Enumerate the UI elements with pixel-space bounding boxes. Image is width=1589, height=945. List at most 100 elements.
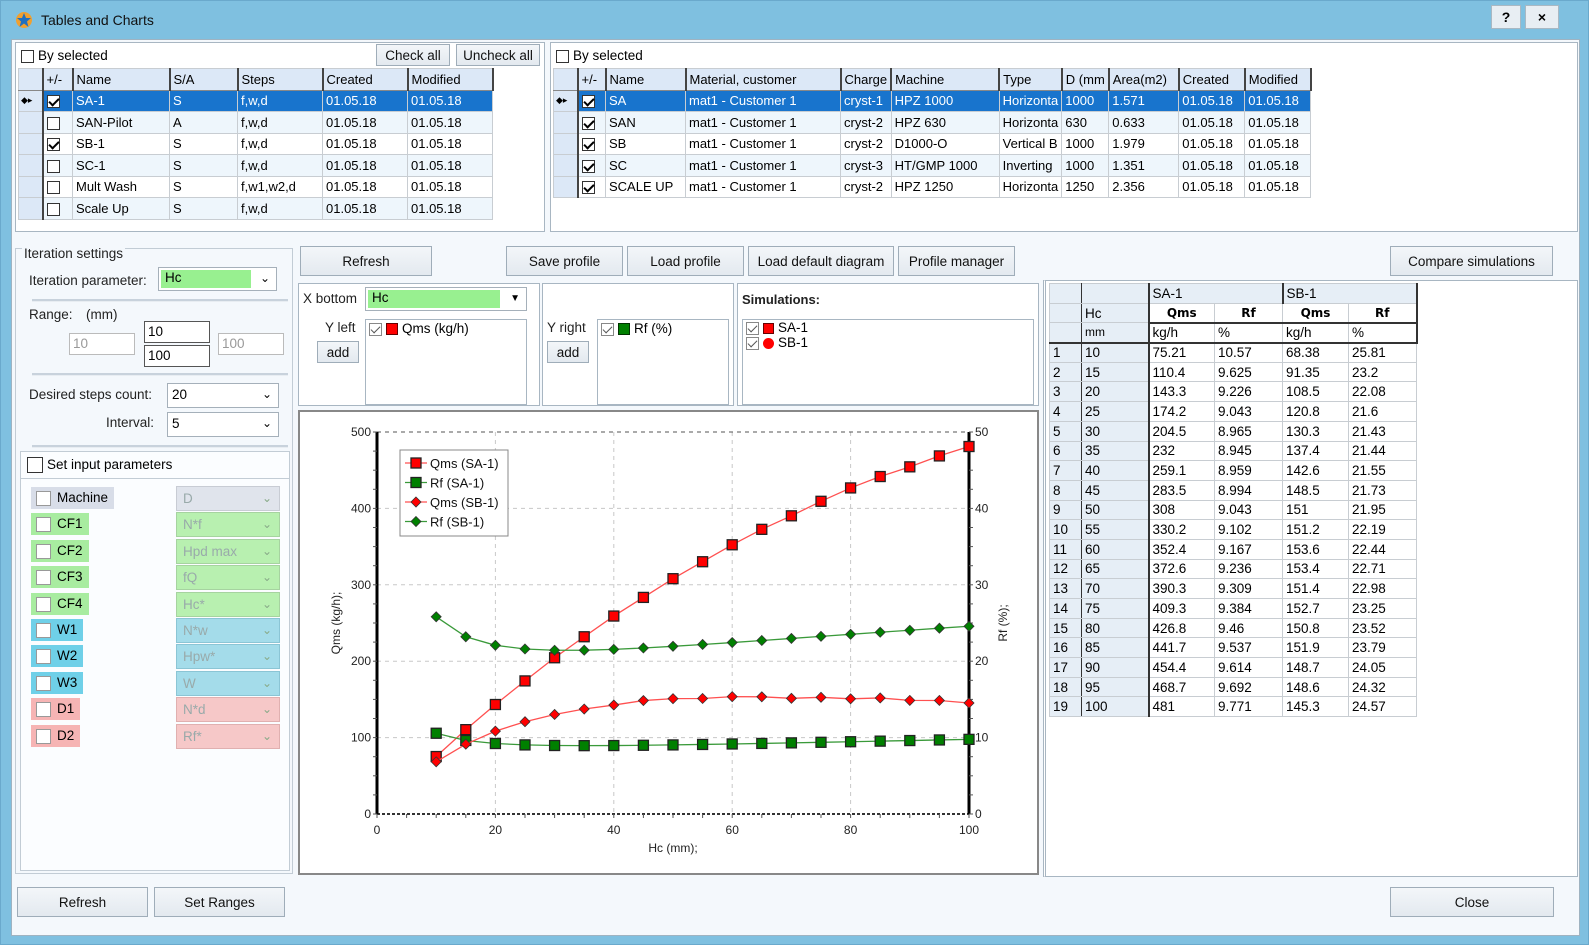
value-cell[interactable]: 23.2	[1348, 361, 1417, 383]
param-select-d2[interactable]: Rf* ⌄	[176, 723, 280, 749]
row-indicator[interactable]: ◆▸	[18, 89, 44, 112]
modified-cell[interactable]: 01.05.18	[407, 197, 493, 220]
name-cell[interactable]: SC	[605, 154, 686, 177]
interval-select[interactable]: 5 ⌄	[167, 412, 279, 437]
set-ranges-button[interactable]: Set Ranges	[154, 887, 285, 917]
value-cell[interactable]: 330.2	[1148, 519, 1215, 540]
x-bottom-select[interactable]: Hc ▼	[365, 287, 527, 311]
param-toggle-cf4[interactable]: CF4	[31, 592, 89, 615]
value-cell[interactable]: 481	[1148, 696, 1215, 718]
param-toggle-cf2[interactable]: CF2	[31, 539, 89, 562]
column-header[interactable]: Material, customer	[685, 68, 842, 91]
project-row[interactable]: ◆▸ SA-1 Sf,w,d 01.05.18 01.05.18	[18, 89, 493, 112]
param-select-machine[interactable]: D ⌄	[176, 486, 280, 511]
column-header[interactable]: +/-	[577, 68, 607, 91]
value-cell[interactable]: 148.6	[1282, 676, 1349, 698]
param-toggle-cf1[interactable]: CF1	[31, 513, 89, 536]
value-cell[interactable]: 25.81	[1348, 342, 1417, 363]
checkbox-box[interactable]	[36, 596, 51, 612]
machine-row[interactable]: SC mat1 - Customer 1 cryst-3 HT/GMP 1000 Inv…	[553, 154, 1312, 177]
row-indicator[interactable]	[553, 111, 579, 134]
row-indicator[interactable]	[18, 175, 44, 198]
name-cell[interactable]: SC-1	[72, 154, 170, 177]
profile-manager-button[interactable]: Profile manager	[898, 246, 1015, 276]
steps-count-select[interactable]: 20 ⌄	[167, 383, 279, 408]
checkbox-box[interactable]	[36, 570, 51, 586]
row-checkbox[interactable]	[46, 95, 60, 109]
value-cell[interactable]: 426.8	[1148, 617, 1215, 639]
row-indicator[interactable]	[18, 132, 44, 155]
checkbox-box[interactable]	[21, 49, 34, 63]
row-checkbox[interactable]	[46, 181, 60, 195]
created-cell[interactable]: 01.05.18	[1178, 132, 1246, 155]
row-checkbox-cell[interactable]	[577, 89, 606, 112]
value-cell[interactable]: 9.236	[1214, 558, 1283, 580]
sa-cell[interactable]: A	[169, 111, 238, 134]
checkbox-box[interactable]	[556, 49, 569, 63]
row-indicator[interactable]	[553, 175, 579, 198]
checkbox-box[interactable]	[36, 517, 51, 533]
row-checkbox[interactable]	[581, 181, 595, 195]
row-checkbox[interactable]	[581, 138, 595, 152]
sa-cell[interactable]: S	[169, 89, 238, 112]
row-checkbox[interactable]	[46, 202, 60, 216]
value-cell[interactable]: 174.2	[1148, 401, 1215, 422]
created-cell[interactable]: 01.05.18	[322, 154, 408, 177]
charge-cell[interactable]: cryst-2	[840, 175, 892, 198]
column-header[interactable]: Name	[72, 68, 171, 91]
column-header[interactable]: Created	[1178, 68, 1246, 91]
value-cell[interactable]: 232	[1148, 440, 1215, 462]
type-cell[interactable]: Horizonta	[998, 89, 1063, 112]
modified-cell[interactable]: 01.05.18	[407, 111, 493, 134]
project-row[interactable]: SB-1 Sf,w,d 01.05.18 01.05.18	[18, 132, 493, 155]
value-cell[interactable]: 21.43	[1348, 420, 1417, 442]
charge-cell[interactable]: cryst-2	[840, 132, 892, 155]
column-header[interactable]: Name	[605, 68, 687, 91]
value-cell[interactable]: 150.8	[1282, 617, 1349, 639]
value-cell[interactable]: 24.32	[1348, 676, 1417, 698]
d-cell[interactable]: 1000	[1061, 89, 1110, 112]
value-cell[interactable]: 142.6	[1282, 460, 1349, 481]
param-select-w3[interactable]: W ⌄	[176, 670, 280, 696]
value-cell[interactable]: 409.3	[1148, 598, 1215, 619]
range-from-input[interactable]: 10	[144, 321, 210, 343]
row-checkbox[interactable]	[46, 159, 60, 173]
name-cell[interactable]: Scale Up	[72, 197, 170, 220]
value-cell[interactable]: 151.2	[1282, 519, 1349, 540]
value-cell[interactable]: 108.5	[1282, 381, 1349, 403]
name-cell[interactable]: Mult Wash	[72, 175, 170, 198]
diagram-refresh-button[interactable]: Refresh	[300, 246, 432, 276]
value-cell[interactable]: 148.7	[1282, 657, 1349, 678]
row-checkbox[interactable]	[46, 116, 60, 130]
area-cell[interactable]: 0.633	[1108, 111, 1180, 134]
help-button[interactable]: ?	[1491, 5, 1521, 29]
material-cell[interactable]: mat1 - Customer 1	[685, 154, 841, 177]
checkbox-box[interactable]	[36, 491, 51, 506]
name-cell[interactable]: SAN	[605, 111, 686, 134]
row-checkbox-cell[interactable]	[577, 154, 606, 177]
iteration-parameter-select[interactable]: Hc ⌄	[158, 267, 277, 291]
value-cell[interactable]: 23.25	[1348, 598, 1417, 619]
name-cell[interactable]: SA	[605, 89, 686, 112]
uncheck-all-button[interactable]: Uncheck all	[456, 44, 540, 66]
charge-cell[interactable]: cryst-2	[840, 111, 892, 134]
value-cell[interactable]: 21.95	[1348, 499, 1417, 521]
material-cell[interactable]: mat1 - Customer 1	[685, 111, 841, 134]
area-cell[interactable]: 1.979	[1108, 132, 1180, 155]
row-checkbox[interactable]	[581, 159, 595, 173]
y-right-add-button[interactable]: add	[547, 341, 589, 363]
value-cell[interactable]: 21.6	[1348, 401, 1417, 422]
value-cell[interactable]: 9.309	[1214, 578, 1283, 599]
type-cell[interactable]: Horizonta	[998, 111, 1063, 134]
value-cell[interactable]: 75.21	[1148, 342, 1215, 363]
value-cell[interactable]: 8.994	[1214, 479, 1283, 501]
d-cell[interactable]: 1000	[1061, 132, 1110, 155]
checkbox-box[interactable]	[36, 623, 51, 638]
row-indicator[interactable]	[553, 132, 579, 155]
load-default-diagram-button[interactable]: Load default diagram	[748, 246, 894, 276]
machine-row[interactable]: ◆▸ SA mat1 - Customer 1 cryst-1 HPZ 1000 Hori…	[553, 89, 1312, 112]
param-toggle-cf3[interactable]: CF3	[31, 566, 89, 589]
value-cell[interactable]: 24.05	[1348, 657, 1417, 678]
value-cell[interactable]: 21.44	[1348, 440, 1417, 462]
value-cell[interactable]: 120.8	[1282, 401, 1349, 422]
